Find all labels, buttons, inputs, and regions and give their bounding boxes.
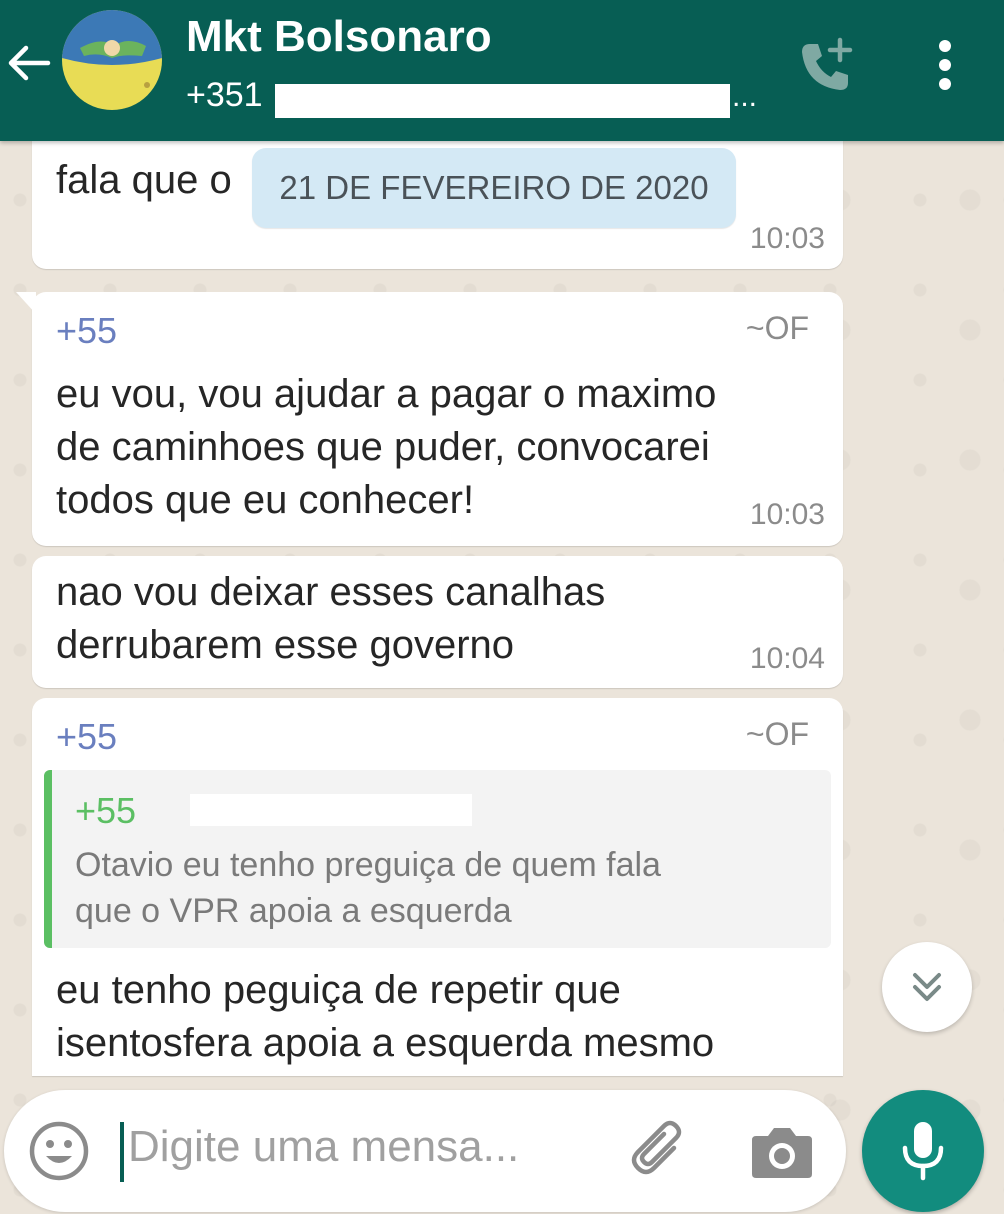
message-line: nao vou deixar esses canalhas bbox=[56, 570, 606, 614]
sender-handle: ~OF bbox=[745, 716, 809, 752]
message-input-bar: Digite uma mensa... bbox=[4, 1090, 846, 1212]
message-text: nao vou deixar esses canalhas derrubarem… bbox=[56, 566, 605, 672]
message-time: 10:04 bbox=[749, 642, 825, 675]
sender-name[interactable]: +55 bbox=[56, 716, 117, 758]
quoted-message[interactable]: +55 Otavio eu tenho preguiça de quem fal… bbox=[44, 770, 831, 948]
microphone-icon bbox=[902, 1122, 944, 1181]
message-input[interactable]: Digite uma mensa... bbox=[128, 1122, 519, 1172]
message-time: 10:03 bbox=[749, 222, 825, 255]
attach-icon[interactable] bbox=[626, 1118, 692, 1184]
message-bubble[interactable]: +55 ~OF eu vou, vou ajudar a pagar o max… bbox=[16, 292, 843, 546]
camera-icon[interactable] bbox=[750, 1120, 814, 1182]
chevron-double-down-icon bbox=[913, 973, 941, 1001]
message-text: eu tenho peguiça de repetir que isentosf… bbox=[56, 964, 714, 1070]
redaction-box bbox=[190, 794, 472, 826]
text-cursor bbox=[120, 1122, 124, 1182]
quote-text: Otavio eu tenho preguiça de quem fala qu… bbox=[75, 842, 661, 934]
chat-header: Mkt Bolsonaro +351 ... bbox=[0, 0, 1004, 141]
message-line: eu tenho peguiça de repetir que bbox=[56, 968, 621, 1012]
quote-accent-bar bbox=[44, 770, 52, 948]
scroll-to-bottom-button[interactable] bbox=[882, 942, 972, 1032]
quote-line: que o VPR apoia a esquerda bbox=[75, 892, 512, 930]
emoji-icon[interactable] bbox=[28, 1120, 90, 1182]
back-arrow-icon[interactable] bbox=[4, 38, 54, 88]
date-chip: 21 DE FEVEREIRO DE 2020 bbox=[252, 148, 736, 228]
redaction-box bbox=[275, 84, 730, 118]
sender-name[interactable]: +55 bbox=[56, 310, 117, 352]
message-line: derrubarem esse governo bbox=[56, 623, 515, 667]
avatar[interactable] bbox=[62, 10, 162, 110]
sender-handle: ~OF bbox=[745, 310, 809, 346]
add-call-icon[interactable] bbox=[796, 36, 856, 96]
quote-line: Otavio eu tenho preguiça de quem fala bbox=[75, 846, 661, 884]
more-options-icon[interactable] bbox=[930, 38, 960, 94]
message-line: eu vou, vou ajudar a pagar o maximo bbox=[56, 372, 717, 416]
bubble-tail bbox=[16, 292, 36, 314]
message-text: fala que o bbox=[56, 158, 232, 202]
message-bubble[interactable]: nao vou deixar esses canalhas derrubarem… bbox=[32, 556, 843, 688]
message-bubble[interactable]: +55 ~OF +55 Otavio eu tenho preguiça de … bbox=[32, 698, 843, 1076]
chat-title[interactable]: Mkt Bolsonaro bbox=[186, 12, 492, 62]
message-line: isentosfera apoia a esquerda mesmo bbox=[56, 1021, 715, 1065]
subtitle-ellipsis: ... bbox=[732, 80, 758, 113]
quote-sender: +55 bbox=[75, 790, 137, 831]
voice-message-button[interactable] bbox=[862, 1090, 984, 1212]
message-line: todos que eu conhecer! bbox=[56, 478, 475, 522]
message-line: de caminhoes que puder, convocarei bbox=[56, 425, 710, 469]
message-text: eu vou, vou ajudar a pagar o maximo de c… bbox=[56, 368, 716, 527]
chat-subtitle[interactable]: +351 bbox=[186, 76, 263, 115]
message-time: 10:03 bbox=[749, 498, 825, 531]
